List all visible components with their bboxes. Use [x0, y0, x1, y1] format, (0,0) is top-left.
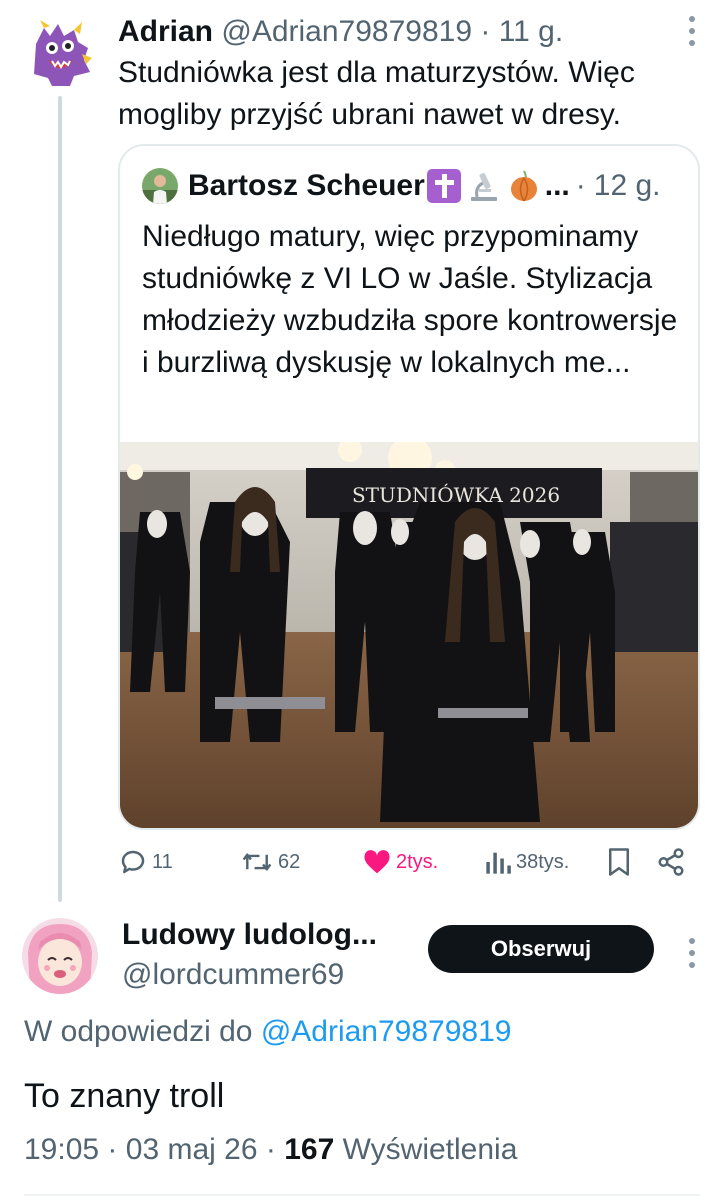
bookmark-icon: [609, 848, 629, 876]
separator-dot: ·: [575, 169, 586, 202]
reply-views-label: Wyświetlenia: [342, 1133, 518, 1166]
quoted-author-name[interactable]: Bartosz Scheuer: [188, 169, 425, 203]
views-bar-chart-icon: [486, 852, 511, 874]
tweet-thread-page: Adrian @Adrian79879819 · 11 g. Studniówk…: [0, 0, 720, 1200]
quoted-tweet-image[interactable]: STUDNIÓWKA 2026: [120, 442, 698, 828]
views-button[interactable]: 38tys.: [484, 840, 569, 884]
avatar-ludowy[interactable]: [22, 918, 98, 994]
quoted-tweet-card[interactable]: Bartosz Scheuer ... · 12 g. Niedługo mat…: [118, 144, 700, 830]
follow-button[interactable]: Obserwuj: [428, 925, 654, 973]
purple-monster-avatar-icon: [22, 14, 98, 90]
separator-dot: ·: [265, 1133, 276, 1166]
retweet-arrows-icon: [242, 853, 272, 871]
more-dot-icon: [689, 28, 695, 34]
quoted-tweet-text: Niedługo matury, więc przypominamy studn…: [142, 220, 678, 379]
thread-connector-line: [58, 96, 62, 902]
onion-emoji-icon: [510, 170, 537, 202]
parent-tweet-header: Adrian @Adrian79879819 · 11 g.: [118, 14, 698, 50]
reply-date[interactable]: 03 maj 26: [126, 1133, 258, 1166]
name-truncation-ellipsis: ...: [544, 169, 570, 202]
share-nodes-icon: [658, 848, 684, 876]
reply-to-prefix: W odpowiedzi do: [24, 1015, 253, 1048]
like-button[interactable]: 2tys.: [362, 840, 438, 884]
quoted-tweet-header: Bartosz Scheuer ... · 12 g.: [142, 166, 682, 206]
reply-meta-line: 19:05 · 03 maj 26 · 167 Wyświetlenia: [24, 1130, 517, 1170]
reply-views-count: 167: [284, 1133, 335, 1166]
separator-dot: ·: [107, 1133, 118, 1166]
ballroom-photo-icon: STUDNIÓWKA 2026: [120, 442, 698, 828]
more-dot-icon: [689, 950, 695, 956]
author-handle[interactable]: @Adrian79879819: [221, 15, 472, 48]
author-name[interactable]: Adrian: [118, 15, 213, 48]
views-count: 38tys.: [516, 850, 570, 873]
tweet-action-bar: 11 62 2tys. 38tys.: [118, 840, 700, 884]
more-dot-icon: [689, 938, 695, 944]
tweet-time[interactable]: 11 g.: [499, 15, 564, 48]
bookmark-button[interactable]: [606, 840, 632, 884]
heart-icon: [364, 850, 390, 874]
quoted-author-avatar[interactable]: [142, 168, 178, 204]
reply-author-handle[interactable]: @lordcummer69: [122, 956, 344, 994]
pink-hair-anime-avatar-icon: [22, 918, 98, 994]
like-count: 2tys.: [396, 850, 439, 873]
reply-more-options-button[interactable]: [684, 938, 700, 968]
reply-bubble-icon: [121, 850, 145, 874]
more-options-button[interactable]: [684, 16, 700, 46]
microscope-emoji-icon: [470, 173, 497, 201]
reply-tweet-text: To znany troll: [24, 1077, 225, 1115]
retweet-button[interactable]: 62: [240, 840, 300, 884]
share-button[interactable]: [656, 840, 686, 884]
reply-count: 11: [152, 850, 173, 873]
separator-dot: ·: [480, 15, 491, 48]
avatar-adrian[interactable]: [22, 14, 98, 90]
latin-cross-emoji-icon: [426, 169, 461, 203]
reply-button[interactable]: 11: [118, 840, 173, 884]
reply-time[interactable]: 19:05: [24, 1133, 99, 1166]
more-dot-icon: [689, 16, 695, 22]
person-photo-avatar-icon: [142, 168, 178, 204]
reply-author-name[interactable]: Ludowy ludolog...: [122, 916, 377, 954]
retweet-count: 62: [278, 850, 301, 873]
quoted-tweet-time: 12 g.: [593, 169, 661, 202]
divider: [24, 1194, 700, 1196]
parent-tweet-text: Studniówka jest dla maturzystów. Więc mo…: [118, 56, 635, 131]
reply-to-mention-link[interactable]: @Adrian79879819: [261, 1015, 512, 1048]
more-dot-icon: [689, 40, 695, 46]
more-dot-icon: [689, 962, 695, 968]
reply-to-line: W odpowiedzi do @Adrian79879819: [24, 1012, 511, 1052]
